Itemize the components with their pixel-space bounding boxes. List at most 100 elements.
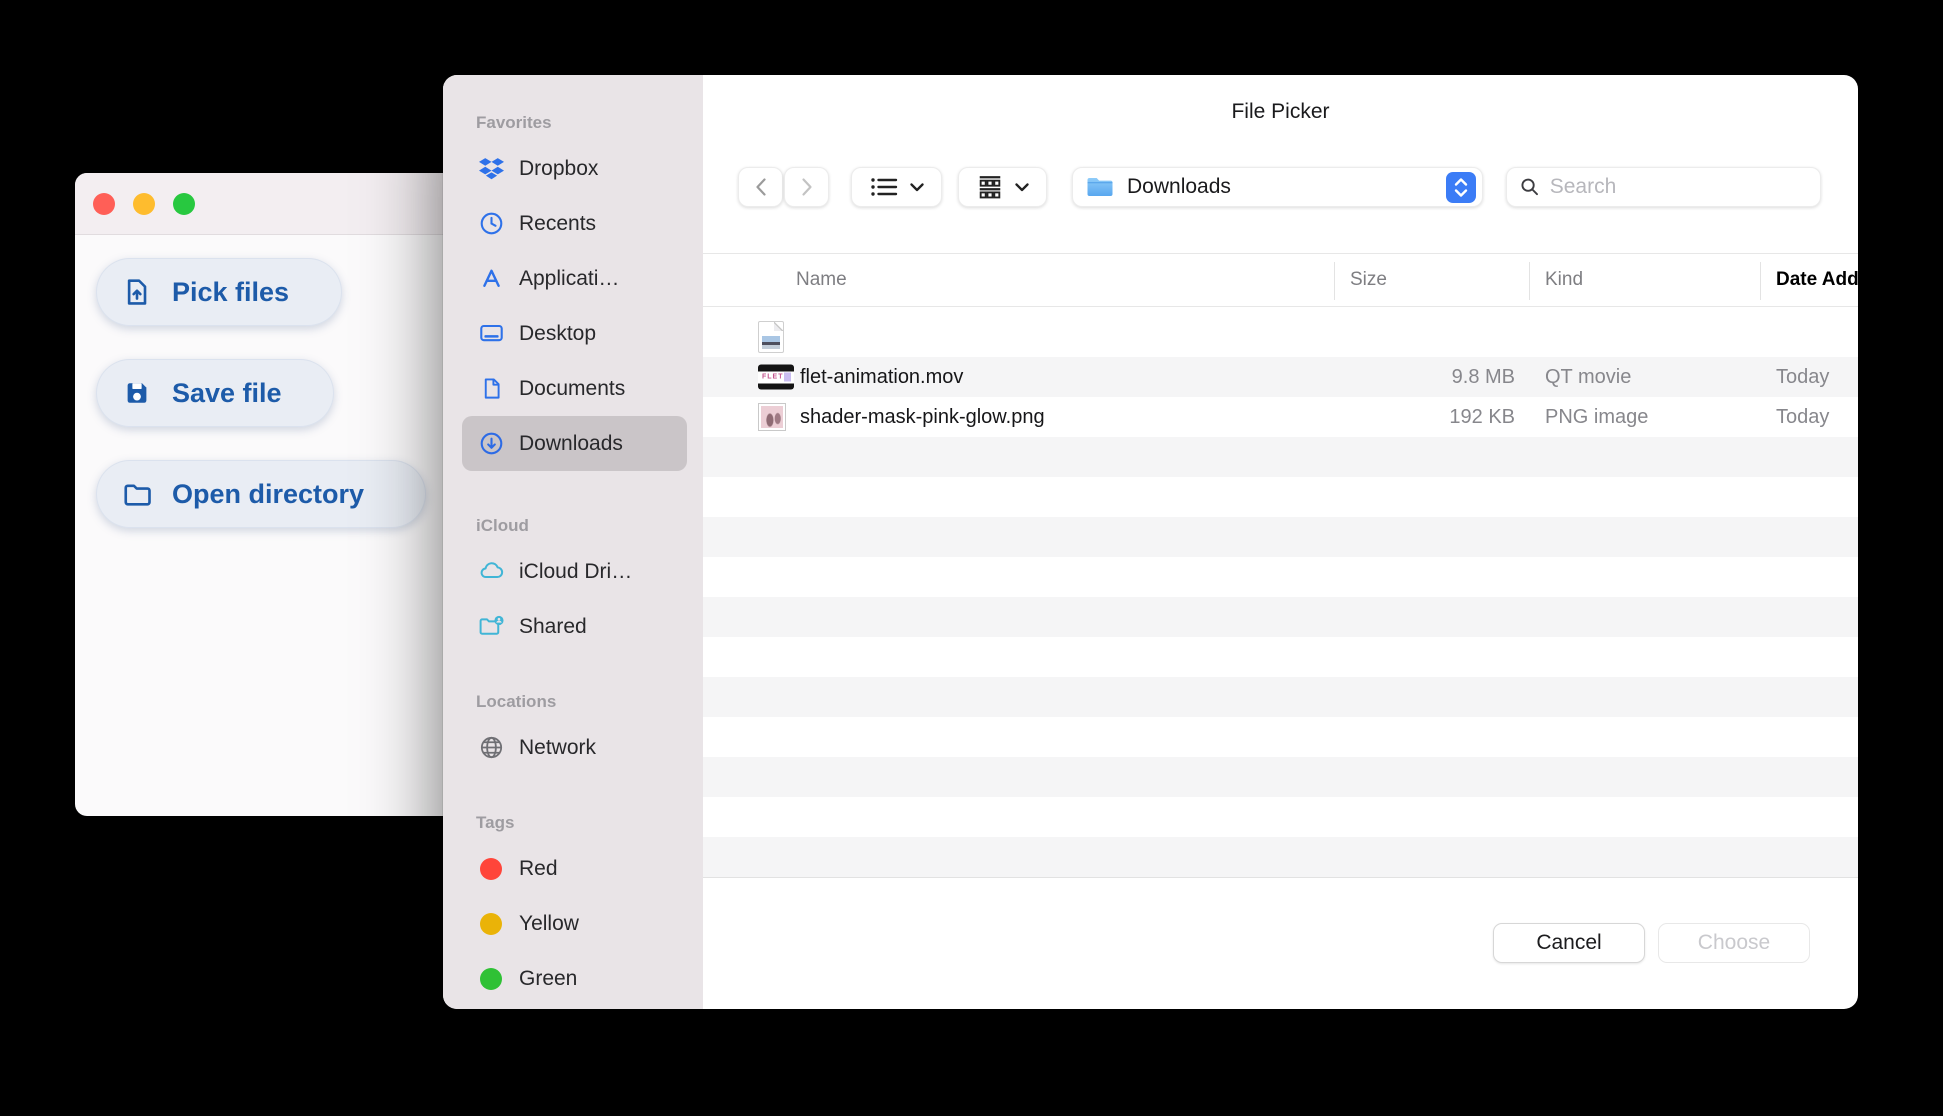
save-icon <box>122 376 152 410</box>
sidebar-item-label: Applicati… <box>519 266 620 290</box>
sidebar-item-downloads[interactable]: Downloads <box>462 416 687 471</box>
chevron-right-icon <box>801 178 812 196</box>
open-directory-button[interactable]: Open directory <box>96 460 426 528</box>
app-store-icon <box>476 266 506 291</box>
file-picker-dialog: Favorites Dropbox Recents Applicati… Des… <box>443 75 1858 1009</box>
sidebar-item-label: iCloud Dri… <box>519 559 633 583</box>
location-select[interactable]: Downloads <box>1072 167 1483 207</box>
minimize-traffic-light-button[interactable] <box>133 192 155 215</box>
folder-icon <box>122 477 152 511</box>
shared-folder-icon <box>476 614 506 639</box>
file-size: 9.8 MB <box>1451 366 1515 388</box>
chevron-down-icon <box>910 182 924 191</box>
file-name: shader-mask-pink-glow.png <box>800 406 1045 428</box>
column-header-name[interactable]: Name <box>796 254 847 306</box>
forward-button[interactable] <box>784 167 829 207</box>
search-field[interactable] <box>1506 167 1821 207</box>
sidebar-item-label: Dropbox <box>519 156 599 180</box>
close-traffic-light-button[interactable] <box>93 192 115 215</box>
sidebar-item-network[interactable]: Network <box>443 720 703 775</box>
png-file-icon <box>758 403 786 431</box>
sidebar-item-shared[interactable]: Shared <box>443 599 703 654</box>
sidebar-section-locations: Locations <box>476 692 557 711</box>
save-file-label: Save file <box>172 377 282 408</box>
sidebar-item-recents[interactable]: Recents <box>443 196 703 251</box>
sidebar: Favorites Dropbox Recents Applicati… Des… <box>443 75 703 1009</box>
sidebar-item-tag-red[interactable]: Red <box>443 841 703 896</box>
file-upload-icon <box>122 275 152 309</box>
search-input[interactable] <box>1549 175 1807 199</box>
choose-button[interactable]: Choose <box>1658 923 1810 963</box>
file-date-added: Today <box>1776 406 1830 428</box>
sidebar-item-label: Shared <box>519 614 587 638</box>
table-row-doc1-pdf[interactable]: Doc1.pdf 606 KB PDF Document Today <box>703 317 1858 380</box>
file-kind: PNG image <box>1545 406 1649 428</box>
empty-row <box>703 757 1858 797</box>
desktop-icon <box>476 321 506 346</box>
column-divider[interactable] <box>1529 262 1530 300</box>
green-tag-icon <box>480 967 502 990</box>
column-header-kind[interactable]: Kind <box>1545 254 1583 306</box>
sidebar-section-icloud: iCloud <box>476 516 529 535</box>
zoom-traffic-light-button[interactable] <box>173 192 195 215</box>
sidebar-item-label: Downloads <box>519 431 623 455</box>
dropbox-icon <box>476 157 506 181</box>
empty-row <box>703 437 1858 477</box>
empty-row <box>703 837 1858 877</box>
view-mode-dropdown[interactable] <box>851 167 942 207</box>
file-list: Doc1.pdf 606 KB PDF Document Today FLET … <box>703 317 1858 877</box>
document-icon <box>476 376 506 401</box>
table-header: Name Size Kind Date Added <box>703 253 1858 307</box>
chevron-down-icon <box>1015 182 1029 191</box>
empty-row <box>703 637 1858 677</box>
chevron-left-icon <box>755 178 766 196</box>
sidebar-item-label: Desktop <box>519 321 597 345</box>
sidebar-item-desktop[interactable]: Desktop <box>443 306 703 361</box>
empty-row <box>703 717 1858 757</box>
download-circle-icon <box>476 431 506 456</box>
sidebar-section-tags: Tags <box>476 813 515 832</box>
cancel-button[interactable]: Cancel <box>1493 923 1645 963</box>
column-divider[interactable] <box>1760 262 1761 300</box>
dialog-title: File Picker <box>1231 100 1330 123</box>
file-size: 192 KB <box>1449 406 1515 428</box>
sidebar-item-dropbox[interactable]: Dropbox <box>443 141 703 196</box>
file-date-added: Today <box>1776 366 1830 388</box>
table-row-flet-animation-mov[interactable]: FLET flet-animation.mov 9.8 MB QT movie … <box>703 357 1858 397</box>
open-directory-label: Open directory <box>172 478 365 509</box>
sidebar-item-label: Recents <box>519 211 597 235</box>
column-header-date-added[interactable]: Date Added <box>1776 254 1858 306</box>
empty-row <box>703 557 1858 597</box>
movie-file-icon: FLET <box>758 364 794 390</box>
column-header-size[interactable]: Size <box>1350 254 1387 306</box>
sidebar-item-label: Network <box>519 735 597 759</box>
save-file-button[interactable]: Save file <box>96 359 334 427</box>
sidebar-item-label: Red <box>519 856 558 880</box>
search-icon <box>1521 178 1538 196</box>
sidebar-item-documents[interactable]: Documents <box>443 361 703 416</box>
empty-row <box>703 797 1858 837</box>
pick-files-button[interactable]: Pick files <box>96 258 342 326</box>
empty-row <box>703 677 1858 717</box>
footer-divider <box>703 877 1858 878</box>
group-view-icon <box>979 176 1001 199</box>
column-divider[interactable] <box>1334 262 1335 300</box>
sidebar-item-label: Green <box>519 966 578 990</box>
location-select-value: Downloads <box>1127 175 1231 198</box>
blue-folder-icon <box>1087 178 1113 196</box>
list-view-icon <box>871 178 898 196</box>
sidebar-item-tag-green[interactable]: Green <box>443 951 703 1006</box>
sidebar-item-icloud-drive[interactable]: iCloud Dri… <box>443 544 703 599</box>
group-by-dropdown[interactable] <box>958 167 1047 207</box>
empty-row <box>703 597 1858 637</box>
globe-icon <box>476 735 506 760</box>
red-tag-icon <box>480 857 502 880</box>
yellow-tag-icon <box>480 912 502 935</box>
sidebar-item-applications[interactable]: Applicati… <box>443 251 703 306</box>
pdf-file-icon <box>758 321 784 353</box>
back-button[interactable] <box>738 167 783 207</box>
table-row-shader-mask-pink-glow-png[interactable]: shader-mask-pink-glow.png 192 KB PNG ima… <box>703 397 1858 437</box>
clock-icon <box>476 211 506 236</box>
sidebar-item-tag-yellow[interactable]: Yellow <box>443 896 703 951</box>
empty-row <box>703 517 1858 557</box>
